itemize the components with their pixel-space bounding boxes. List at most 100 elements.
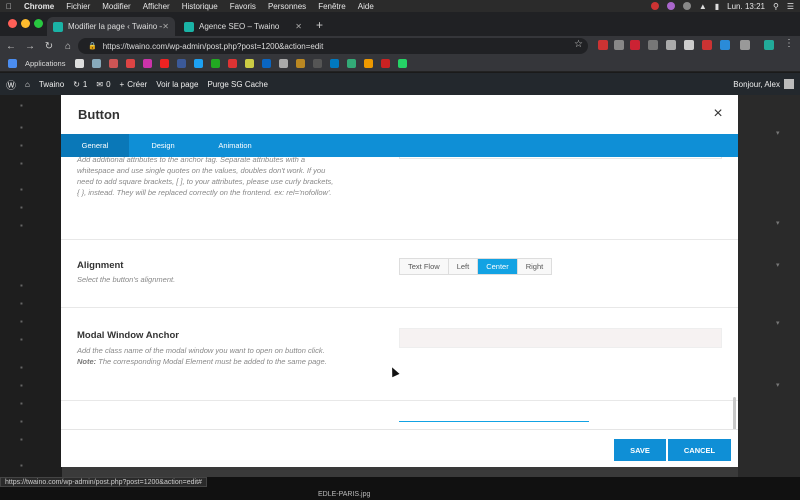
extension-icon[interactable] [614,40,624,50]
section-divider [61,307,738,308]
bookmark-icon[interactable] [92,59,102,68]
align-right-button[interactable]: Right [517,259,552,274]
status-gear-icon[interactable] [682,2,691,10]
tab-modifier-la-page[interactable]: Modifier la page ‹ Twaino — W ✕ [47,17,175,36]
bookmark-icon[interactable] [381,59,391,68]
align-text-flow-button[interactable]: Text Flow [400,259,449,274]
search-icon[interactable]: ⚲ [773,2,779,11]
menu-fichier[interactable]: Fichier [66,2,90,11]
bookmark-icon[interactable] [296,59,306,68]
extension-icon[interactable] [684,40,694,50]
help-suffix: The corresponding Modal Element must be … [96,357,327,366]
menu-aide[interactable]: Aide [358,2,374,11]
bookmark-icon[interactable] [245,59,255,68]
clock[interactable]: Lun. 13:21 [727,2,765,11]
tab-general[interactable]: General [61,134,129,162]
address-bar[interactable]: 🔒 https://twaino.com/wp-admin/post.php?p… [78,38,588,54]
bookmark-icon[interactable] [211,59,221,68]
extension-icon[interactable] [598,40,608,50]
trello-icon[interactable] [330,59,340,68]
bookmark-icon[interactable] [347,59,357,68]
zoom-window-button[interactable] [34,19,43,28]
gmail-icon[interactable] [109,59,119,68]
modal-title: Button [78,107,120,122]
twitter-icon[interactable] [194,59,204,68]
chrome-menu-icon[interactable]: ⋮ [784,38,794,49]
home-icon[interactable]: ⌂ [60,41,76,52]
close-window-button[interactable] [8,19,17,28]
bookmark-applications[interactable]: Applications [25,59,65,68]
battery-icon[interactable]: ▮ [715,2,719,11]
extension-icon[interactable] [720,40,730,50]
menu-favoris[interactable]: Favoris [230,2,256,11]
menu-chrome[interactable]: Chrome [24,2,54,11]
tab-design[interactable]: Design [129,134,197,157]
purge-cache-link[interactable]: Purge SG Cache [207,80,267,89]
menu-modifier[interactable]: Modifier [102,2,130,11]
view-page-link[interactable]: Voir la page [156,80,198,89]
menu-historique[interactable]: Historique [182,2,218,11]
bookmark-star-icon[interactable]: ☆ [574,39,583,50]
align-center-button[interactable]: Center [478,259,518,274]
status-purple-icon[interactable] [666,2,675,10]
new-tab-button[interactable]: + [316,18,323,32]
menu-afficher[interactable]: Afficher [143,2,170,11]
bookmark-icon[interactable] [228,59,238,68]
menu-fenetre[interactable]: Fenêtre [318,2,346,11]
align-left-button[interactable]: Left [448,259,479,274]
bookmark-icon[interactable] [279,59,289,68]
next-field-underline[interactable] [399,421,589,422]
close-icon[interactable]: × [708,105,728,123]
sidebar-item-obscured: ▪ [20,221,23,230]
forward-icon[interactable]: → [22,41,38,52]
reload-icon[interactable]: ↻ [41,41,57,52]
download-filename[interactable]: EDLE-PARIS.jpg [318,491,370,498]
sidebar-item-obscured: ▪ [20,381,23,390]
extension-icon[interactable] [648,40,658,50]
site-name[interactable]: Twaino [39,80,64,89]
tab-agence-seo[interactable]: Agence SEO – Twaino ✕ [178,17,308,36]
close-tab-icon[interactable]: ✕ [295,22,302,31]
minimize-window-button[interactable] [21,19,30,28]
status-red-icon[interactable] [650,2,659,10]
bookmark-icon[interactable] [75,59,85,68]
wifi-icon[interactable]: ▲ [699,2,707,11]
extension-icon[interactable] [740,40,750,50]
analytics-icon[interactable] [364,59,374,68]
twaino-favicon-icon [184,21,194,32]
wp-admin-sidebar: ▪ ▪ ▪ ▪ ▪ ▪ ▪ ▪ ▪ ▪ ▪ ▪ ▪ ▪ ▪ ▪ ▪ [0,95,62,477]
back-icon[interactable]: ← [3,41,19,52]
profile-icon[interactable] [764,40,774,50]
sidebar-item-obscured: ▪ [20,123,23,132]
create-menu[interactable]: Créer [127,80,147,89]
bookmark-icon[interactable] [126,59,136,68]
wp-right-panel: ▾ ▾ ▾ ▾ ▾ [738,95,800,477]
facebook-icon[interactable] [177,59,187,68]
extension-icon[interactable] [666,40,676,50]
bookmark-icon[interactable] [313,59,323,68]
pinterest-icon[interactable] [630,40,640,50]
wordpress-logo-icon[interactable]: Ⓦ [6,77,16,92]
close-tab-icon[interactable]: ✕ [162,22,169,31]
tab-animation[interactable]: Animation [197,134,273,157]
alignment-label: Alignment [77,260,124,271]
linkedin-icon[interactable] [262,59,272,68]
save-button[interactable]: SAVE [614,439,666,461]
apple-icon[interactable]:  [6,2,12,11]
comments-count[interactable]: 0 [106,80,110,89]
modal-scrollbar[interactable] [733,397,736,429]
account-menu[interactable]: Bonjour, Alex [733,79,794,89]
modal-anchor-input[interactable] [399,328,722,348]
control-center-icon[interactable]: ☰ [787,2,794,11]
attributes-field[interactable] [399,157,722,159]
modal-tabs: General Design Animation [61,134,738,162]
extension-icon[interactable] [702,40,712,50]
cancel-button[interactable]: CANCEL [668,439,731,461]
menu-personnes[interactable]: Personnes [268,2,306,11]
modal-footer: SAVE CANCEL [61,429,738,467]
whatsapp-icon[interactable] [398,59,408,68]
apps-grid-icon[interactable] [8,59,17,68]
instagram-icon[interactable] [143,59,153,68]
updates-count[interactable]: 1 [83,80,87,89]
youtube-icon[interactable] [160,59,170,68]
